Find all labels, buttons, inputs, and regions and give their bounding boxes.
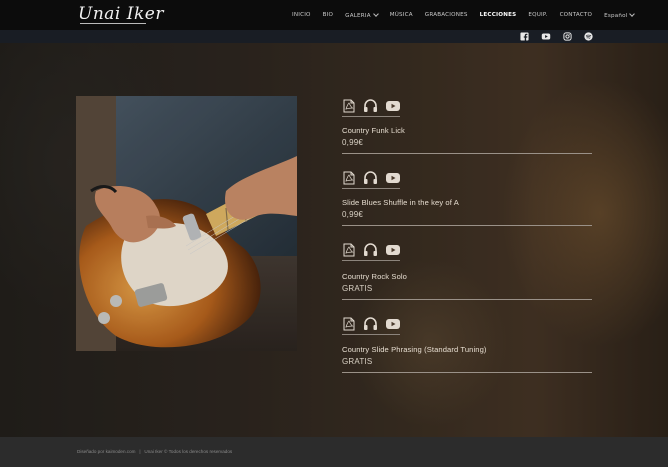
youtube-icon[interactable] [386, 173, 400, 183]
language-select[interactable]: Español [604, 10, 636, 19]
nav-musica[interactable]: MÚSICA [390, 12, 413, 18]
lesson-price: 0,99€ [342, 210, 364, 219]
youtube-icon[interactable] [541, 32, 551, 41]
pdf-icon[interactable] [343, 171, 355, 185]
spotify-icon[interactable] [584, 32, 593, 41]
icons-underline [342, 260, 400, 261]
pdf-icon[interactable] [343, 317, 355, 331]
footer-designer-link[interactable]: Diseñado por kaimoden.com [77, 449, 135, 454]
nav-bio[interactable]: BIO [323, 12, 334, 18]
lesson-resource-icons [342, 169, 402, 189]
nav-galeria[interactable]: GALERIA [345, 10, 379, 19]
lesson-price: GRATIS [342, 357, 373, 366]
lesson-title[interactable]: Slide Blues Shuffle in the key of A [342, 198, 459, 207]
headphones-icon[interactable] [363, 171, 378, 185]
lesson-item: Country Rock Solo GRATIS [342, 241, 592, 300]
chevron-down-icon [372, 10, 379, 17]
lesson-divider [342, 225, 592, 226]
chevron-down-icon [629, 10, 636, 17]
footer-credits: Diseñado por kaimoden.com | Unai Iker © … [77, 449, 232, 454]
headphones-icon[interactable] [363, 99, 378, 113]
lesson-price: 0,99€ [342, 138, 364, 147]
icons-underline [342, 188, 400, 189]
lesson-resource-icons [342, 315, 402, 335]
lesson-title[interactable]: Country Slide Phrasing (Standard Tuning) [342, 345, 487, 354]
footer-copyright: Unai Iker © Todos los derechos reservado… [144, 449, 233, 454]
lesson-item: Country Funk Lick 0,99€ [342, 97, 592, 154]
lesson-divider [342, 372, 592, 373]
lesson-price: GRATIS [342, 284, 373, 293]
youtube-icon[interactable] [386, 319, 400, 329]
pdf-icon[interactable] [343, 99, 355, 113]
logo-underline [80, 23, 146, 24]
guitar-photo [76, 96, 297, 351]
lesson-title[interactable]: Country Rock Solo [342, 272, 407, 281]
main-nav: INICIO BIO GALERIA MÚSICA GRABACIONES LE… [292, 0, 636, 30]
icons-underline [342, 116, 400, 117]
icons-underline [342, 334, 400, 335]
lesson-item: Slide Blues Shuffle in the key of A 0,99… [342, 169, 592, 226]
nav-grabaciones[interactable]: GRABACIONES [425, 12, 468, 18]
nav-contacto[interactable]: CONTACTO [560, 12, 593, 18]
lesson-divider [342, 299, 592, 300]
instagram-icon[interactable] [563, 32, 572, 41]
lesson-title[interactable]: Country Funk Lick [342, 126, 405, 135]
lesson-item: Country Slide Phrasing (Standard Tuning)… [342, 315, 592, 373]
youtube-icon[interactable] [386, 245, 400, 255]
lesson-resource-icons [342, 241, 402, 261]
footer: Diseñado por kaimoden.com | Unai Iker © … [0, 437, 668, 467]
facebook-icon[interactable] [520, 32, 529, 41]
lesson-resource-icons [342, 97, 402, 117]
nav-lecciones[interactable]: LECCIONES [480, 12, 517, 18]
headphones-icon[interactable] [363, 317, 378, 331]
lesson-divider [342, 153, 592, 154]
nav-equip[interactable]: EQUIP. [528, 12, 547, 18]
footer-separator: | [139, 449, 141, 454]
headphones-icon[interactable] [363, 243, 378, 257]
pdf-icon[interactable] [343, 243, 355, 257]
nav-inicio[interactable]: INICIO [292, 12, 311, 18]
youtube-icon[interactable] [386, 101, 400, 111]
